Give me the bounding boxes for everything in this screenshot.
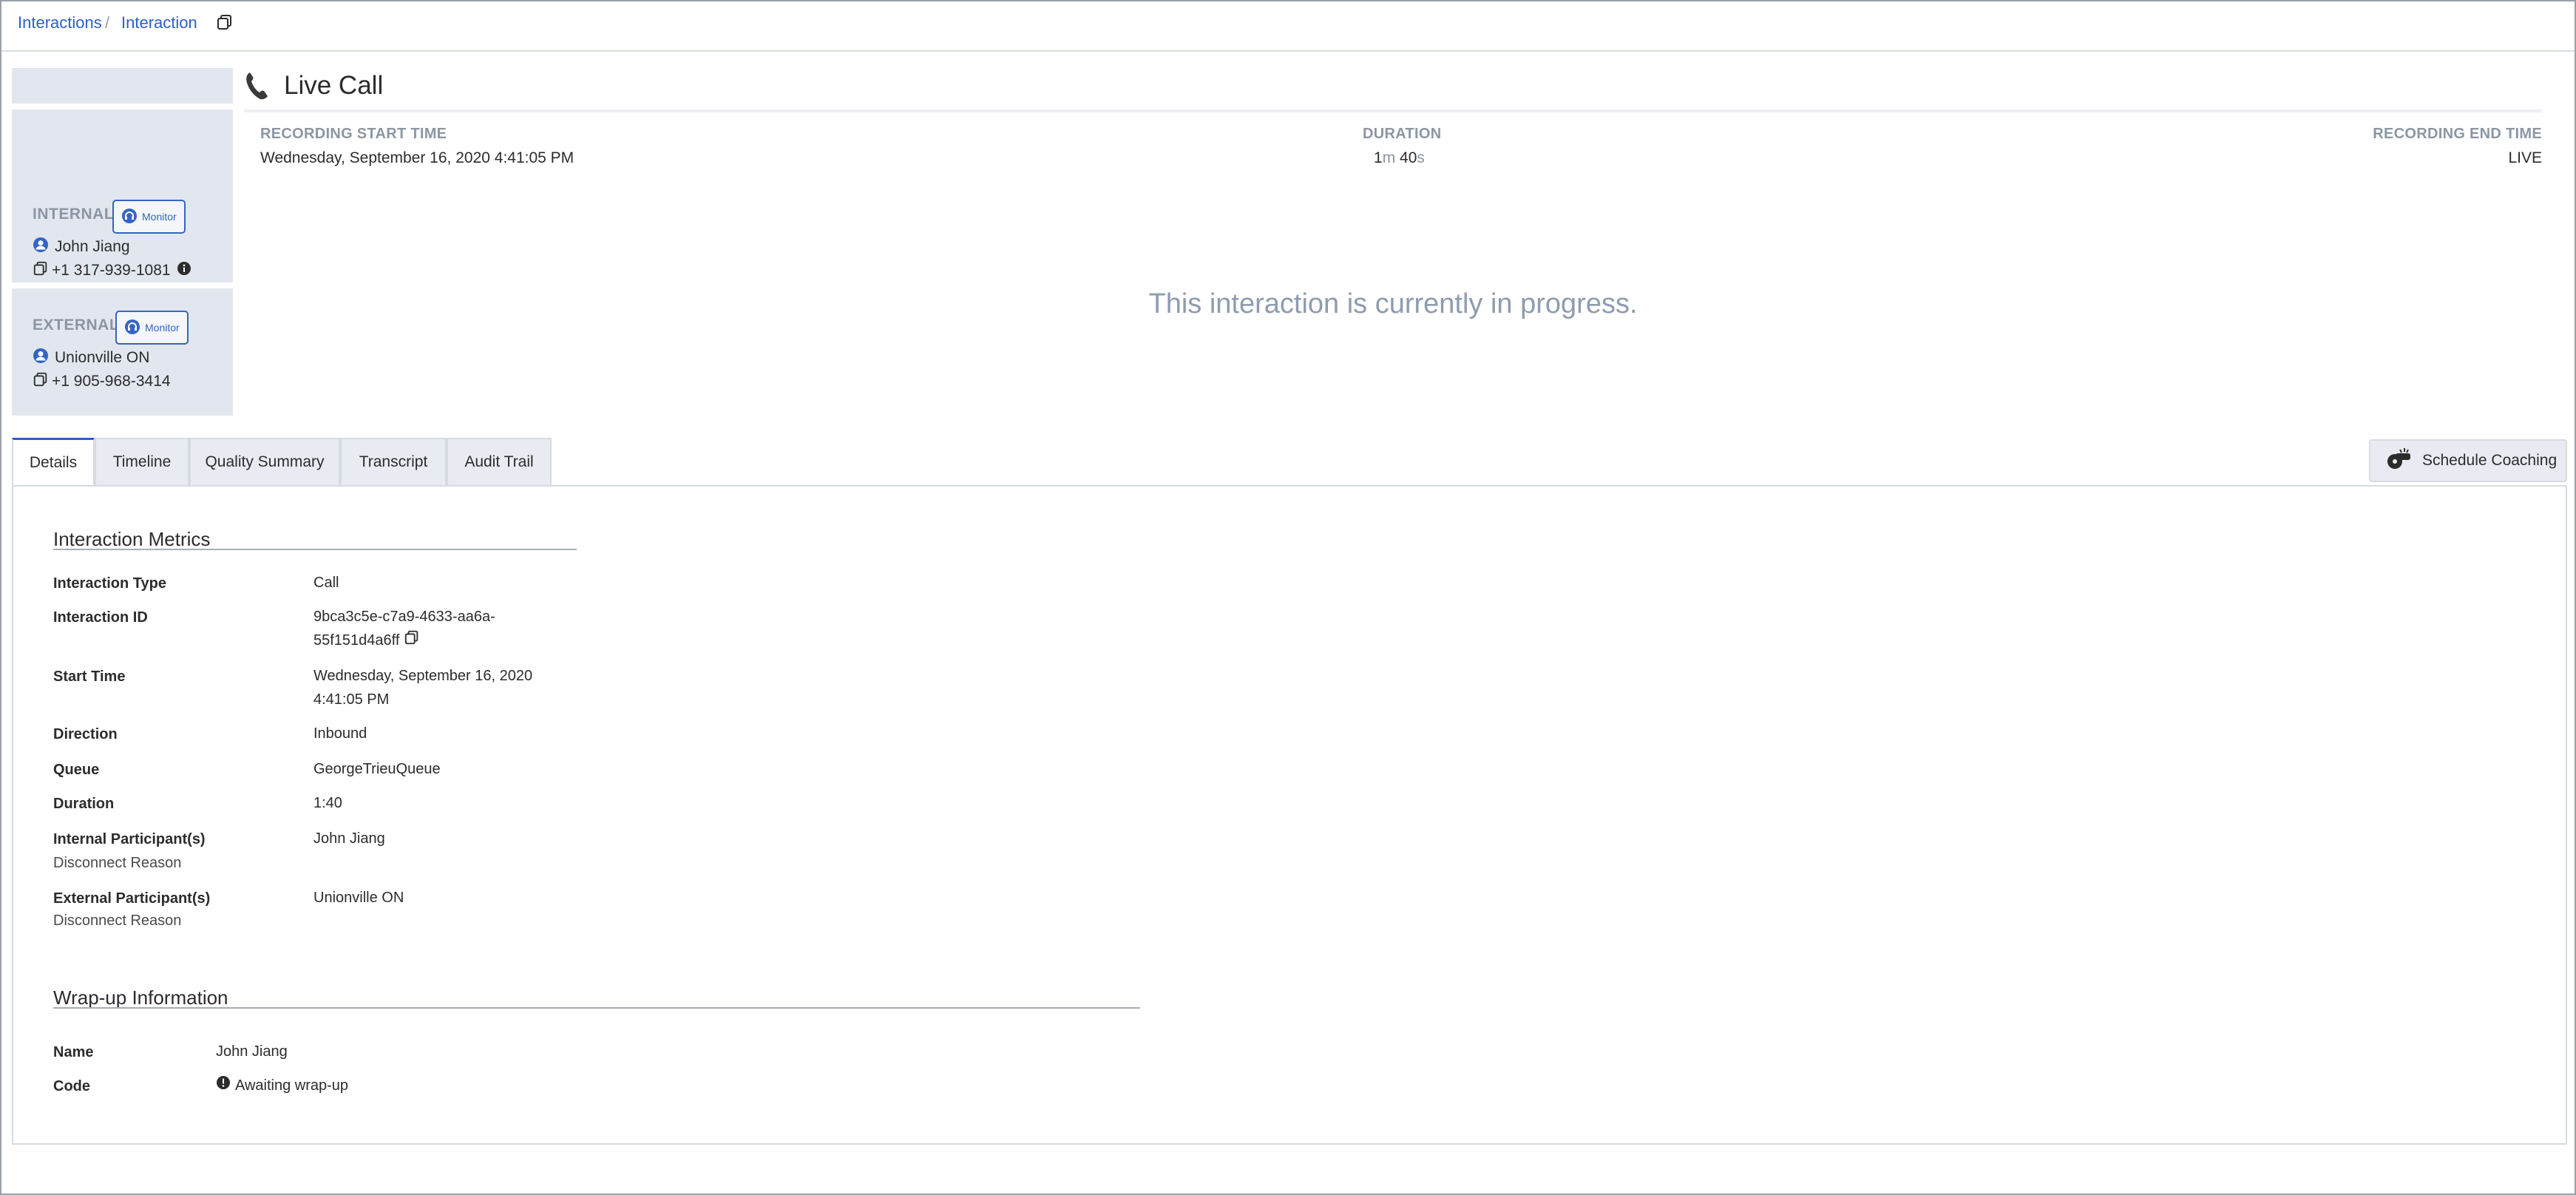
copy-icon[interactable] bbox=[216, 13, 234, 35]
tab-transcript[interactable]: Transcript bbox=[340, 438, 447, 485]
duration-metric-value: 1:40 bbox=[313, 795, 342, 811]
recording-start-label: RECORDING START TIME bbox=[260, 126, 447, 142]
external-label: EXTERNAL bbox=[33, 316, 120, 334]
user-icon bbox=[33, 237, 49, 257]
interaction-id-line2-row: 55f151d4a6ff bbox=[313, 629, 495, 653]
external-disconnect-reason-label: Disconnect Reason bbox=[53, 913, 182, 929]
duration-seconds: 40 bbox=[1400, 149, 1417, 166]
copy-icon[interactable] bbox=[404, 629, 420, 653]
duration-value: 1m 40s bbox=[1374, 149, 1425, 167]
external-monitor-label: Monitor bbox=[145, 322, 180, 334]
start-time-line2: 4:41:05 PM bbox=[313, 691, 390, 708]
schedule-coaching-label: Schedule Coaching bbox=[2422, 452, 2558, 469]
wrapup-code-value: Awaiting wrap-up bbox=[216, 1074, 348, 1097]
tab-details[interactable]: Details bbox=[12, 438, 95, 485]
page-title: Live Call bbox=[284, 71, 384, 100]
interaction-type-label: Interaction Type bbox=[53, 575, 166, 592]
interaction-id-line1: 9bca3c5e-c7a9-4633-aa6a- bbox=[313, 609, 495, 625]
queue-label: Queue bbox=[53, 762, 100, 778]
metrics-section-title: Interaction Metrics bbox=[53, 528, 211, 550]
internal-disconnect-reason-label: Disconnect Reason bbox=[53, 855, 182, 871]
internal-participant-card: INTERNAL Monitor John Jiang +1 317-939-1… bbox=[12, 109, 233, 282]
start-time-label: Start Time bbox=[53, 668, 126, 685]
external-participants-label: External Participant(s) bbox=[53, 890, 211, 907]
start-time-value: Wednesday, September 16, 2020 4:41:05 PM bbox=[313, 664, 532, 711]
wrapup-section-rule bbox=[53, 1007, 1140, 1009]
details-panel: Interaction Metrics Interaction Type Cal… bbox=[12, 485, 2567, 1145]
recording-start-value: Wednesday, September 16, 2020 4:41:05 PM bbox=[260, 149, 574, 166]
info-icon[interactable] bbox=[177, 261, 191, 280]
tab-audit-trail[interactable]: Audit Trail bbox=[447, 438, 552, 485]
direction-value: Inbound bbox=[313, 725, 367, 742]
headset-icon bbox=[124, 319, 140, 337]
breadcrumb-interaction-link[interactable]: Interaction bbox=[121, 13, 197, 33]
tab-quality-summary[interactable]: Quality Summary bbox=[189, 438, 340, 485]
external-name: Unionville ON bbox=[55, 349, 150, 366]
duration-minutes: 1 bbox=[1374, 149, 1383, 166]
internal-phone-row: +1 317-939-1081 bbox=[33, 260, 191, 281]
copy-icon[interactable] bbox=[33, 371, 49, 392]
internal-participants-label: Internal Participant(s) bbox=[53, 831, 206, 847]
interaction-id-line2: 55f151d4a6ff bbox=[313, 632, 400, 649]
duration-seconds-unit: s bbox=[1417, 149, 1425, 166]
recording-end-value: LIVE bbox=[2508, 149, 2542, 166]
copy-icon[interactable] bbox=[33, 260, 49, 281]
queue-value: GeorgeTrieuQueue bbox=[313, 761, 441, 777]
interaction-id-label: Interaction ID bbox=[53, 609, 148, 626]
internal-label: INTERNAL bbox=[33, 206, 115, 223]
tab-timeline[interactable]: Timeline bbox=[95, 438, 189, 485]
breadcrumb: Interactions / Interaction bbox=[1, 1, 2575, 52]
schedule-coaching-button[interactable]: Schedule Coaching bbox=[2369, 439, 2567, 482]
internal-monitor-button[interactable]: Monitor bbox=[112, 200, 186, 234]
alert-icon bbox=[216, 1074, 231, 1097]
participants-header-strip bbox=[12, 68, 233, 104]
start-time-line1: Wednesday, September 16, 2020 bbox=[313, 668, 533, 684]
breadcrumb-interactions-link[interactable]: Interactions bbox=[18, 13, 102, 33]
whistle-icon bbox=[2385, 447, 2413, 475]
external-monitor-button[interactable]: Monitor bbox=[115, 311, 189, 345]
internal-phone: +1 317-939-1081 bbox=[52, 262, 171, 279]
duration-minutes-unit: m bbox=[1382, 149, 1396, 166]
external-phone-row: +1 905-968-3414 bbox=[33, 371, 171, 392]
header-divider bbox=[244, 109, 2542, 112]
recording-end-label: RECORDING END TIME bbox=[2373, 126, 2542, 142]
wrapup-code-text: Awaiting wrap-up bbox=[235, 1077, 349, 1094]
breadcrumb-separator: / bbox=[105, 13, 110, 32]
internal-participants-value: John Jiang bbox=[313, 830, 385, 847]
headset-icon bbox=[121, 208, 138, 226]
wrapup-code-label: Code bbox=[53, 1078, 90, 1094]
user-icon bbox=[33, 348, 49, 368]
wrapup-name-label: Name bbox=[53, 1044, 94, 1060]
duration-metric-label: Duration bbox=[53, 796, 115, 812]
direction-label: Direction bbox=[53, 726, 118, 742]
external-phone: +1 905-968-3414 bbox=[52, 373, 171, 390]
phone-icon bbox=[244, 71, 271, 104]
internal-monitor-label: Monitor bbox=[142, 211, 177, 223]
in-progress-message: This interaction is currently in progres… bbox=[1148, 288, 1638, 319]
internal-name-row: John Jiang bbox=[33, 237, 130, 257]
wrapup-name-value: John Jiang bbox=[216, 1043, 288, 1060]
external-name-row: Unionville ON bbox=[33, 348, 149, 368]
external-participants-value: Unionville ON bbox=[313, 890, 404, 906]
interaction-id-value: 9bca3c5e-c7a9-4633-aa6a- 55f151d4a6ff bbox=[313, 605, 495, 653]
interaction-type-value: Call bbox=[313, 575, 339, 591]
wrapup-section-title: Wrap-up Information bbox=[53, 986, 228, 1009]
metrics-section-rule bbox=[53, 549, 577, 550]
duration-label: DURATION bbox=[1363, 126, 1442, 142]
external-participant-card: EXTERNAL Monitor Unionville ON +1 905-96… bbox=[12, 288, 233, 416]
internal-name: John Jiang bbox=[55, 238, 130, 255]
